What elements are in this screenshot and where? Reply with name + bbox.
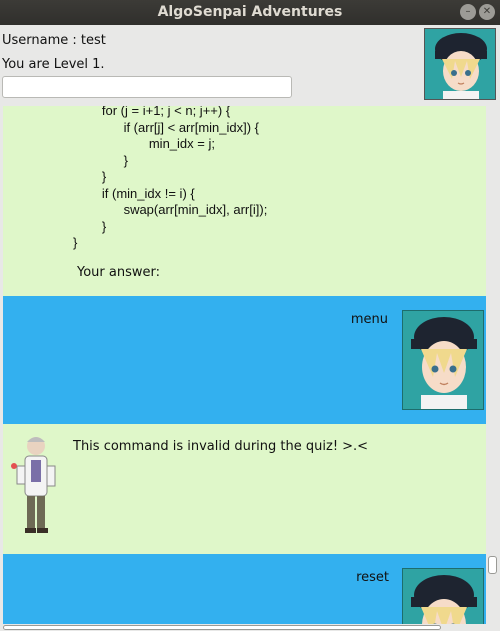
professor-avatar xyxy=(3,430,65,542)
username-label: Username : test xyxy=(2,33,106,48)
answer-prompt: Your answer: xyxy=(77,265,160,280)
bot-message-text: This command is invalid during the quiz!… xyxy=(73,439,369,454)
code-block: for (j = i+1; j < n; j++) { if (arr[j] <… xyxy=(73,106,268,250)
vertical-scrollbar[interactable] xyxy=(486,106,500,624)
user-avatar xyxy=(402,568,484,624)
command-input[interactable] xyxy=(2,76,292,98)
user-avatar xyxy=(402,310,484,410)
quiz-code-message: for (j = i+1; j < n; j++) { if (arr[j] <… xyxy=(3,106,486,296)
user-message-text: reset xyxy=(356,570,389,585)
minimize-icon[interactable]: – xyxy=(460,4,476,20)
window-title: AlgoSenpai Adventures xyxy=(157,4,343,20)
close-icon[interactable]: ✕ xyxy=(479,4,495,20)
horizontal-scrollbar[interactable] xyxy=(3,624,486,631)
title-bar: AlgoSenpai Adventures – ✕ xyxy=(0,0,500,25)
chat-scroll-area[interactable]: for (j = i+1; j < n; j++) { if (arr[j] <… xyxy=(3,106,486,624)
vertical-scroll-thumb[interactable] xyxy=(488,556,497,574)
user-message-text: menu xyxy=(350,312,388,327)
level-label: You are Level 1. xyxy=(2,57,105,72)
player-avatar xyxy=(424,28,496,100)
user-message: reset xyxy=(3,554,486,624)
bot-message: This command is invalid during the quiz!… xyxy=(3,424,486,554)
horizontal-scroll-thumb[interactable] xyxy=(3,625,441,630)
header-panel: Username : test You are Level 1. xyxy=(0,25,500,105)
user-message: menu xyxy=(3,296,486,424)
